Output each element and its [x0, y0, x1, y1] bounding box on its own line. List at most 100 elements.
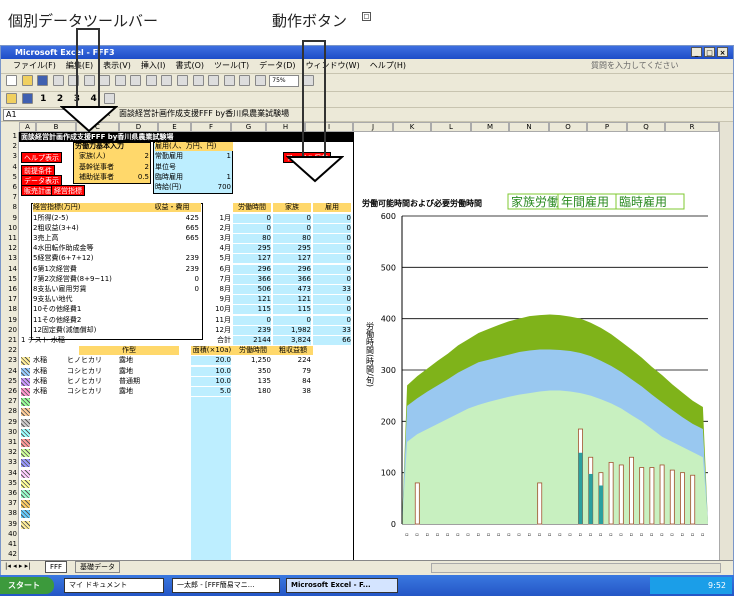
row-number[interactable]: 20 [3, 326, 17, 335]
folder-icon[interactable] [6, 93, 17, 104]
row-number[interactable]: 29 [3, 418, 17, 427]
sheet-button-4[interactable]: 経営指標 [51, 185, 85, 196]
column-header[interactable]: A [19, 122, 36, 132]
hyperlink-icon[interactable] [177, 75, 189, 86]
row-number[interactable]: 33 [3, 458, 17, 467]
drawing-icon[interactable] [254, 75, 266, 86]
column-header[interactable]: R [665, 122, 719, 132]
menu-item-6[interactable]: データ(D) [259, 59, 295, 73]
help-icon[interactable] [302, 75, 314, 86]
row-number[interactable]: 7 [3, 193, 17, 202]
toolbar-button-4[interactable]: 4 [91, 94, 97, 104]
chart-wizard-icon[interactable] [239, 75, 251, 86]
row-number[interactable]: 25 [3, 377, 17, 386]
column-header[interactable]: G [231, 122, 266, 132]
taskbar-excel[interactable]: Microsoft Excel - F... [286, 578, 398, 593]
undo-icon[interactable] [145, 75, 157, 86]
menu-item-8[interactable]: ヘルプ(H) [370, 59, 406, 73]
spell-icon[interactable] [83, 75, 95, 86]
taskbar-ichitaro[interactable]: 一太郎 - [FFF簡易マニ... [172, 578, 280, 593]
row-number[interactable]: 41 [3, 540, 17, 549]
menu-item-0[interactable]: ファイル(F) [13, 59, 56, 73]
close-button[interactable]: × [717, 47, 728, 57]
row-number[interactable]: 35 [3, 479, 17, 488]
row-number[interactable]: 5 [3, 173, 17, 182]
worksheet-area[interactable]: 面談経営計画作成支援FFF by香川県農業試験場 ヘルプ表示 前提条件 データ表示 販売… [19, 132, 353, 561]
row-number[interactable]: 34 [3, 469, 17, 478]
row-number[interactable]: 22 [3, 346, 17, 355]
row-number[interactable]: 4 [3, 163, 17, 172]
print-icon[interactable] [52, 75, 64, 86]
row-number[interactable]: 30 [3, 428, 17, 437]
start-button[interactable]: スタート [0, 577, 54, 594]
column-header[interactable]: O [549, 122, 587, 132]
new-icon[interactable] [6, 75, 17, 86]
row-number[interactable]: 24 [3, 367, 17, 376]
column-header[interactable]: F [191, 122, 231, 132]
open-icon[interactable] [21, 75, 33, 86]
column-header[interactable]: M [471, 122, 509, 132]
row-number[interactable]: 23 [3, 356, 17, 365]
copy-icon[interactable] [114, 75, 126, 86]
column-header[interactable]: J [353, 122, 393, 132]
row-number[interactable]: 36 [3, 489, 17, 498]
menu-item-2[interactable]: 表示(V) [103, 59, 131, 73]
chart-area[interactable]: 労働可能時間および必要労働時間 家族労働 年間雇用 臨時雇用 0 100 200 300 400… [353, 132, 719, 574]
row-number[interactable]: 3 [3, 152, 17, 161]
toolbar-button-2[interactable]: 2 [57, 94, 63, 104]
vertical-scrollbar[interactable] [719, 122, 733, 560]
row-number[interactable]: 28 [3, 407, 17, 416]
row-number[interactable]: 8 [3, 203, 17, 212]
row-number[interactable]: 39 [3, 520, 17, 529]
sort-asc-icon[interactable] [208, 75, 220, 86]
row-number[interactable]: 14 [3, 265, 17, 274]
print-icon-small[interactable] [104, 93, 116, 104]
row-number[interactable]: 37 [3, 499, 17, 508]
column-header[interactable]: D [119, 122, 158, 132]
menu-item-1[interactable]: 編集(E) [66, 59, 93, 73]
row-number[interactable]: 9 [3, 214, 17, 223]
toolbar-button-1[interactable]: 1 [40, 94, 46, 104]
row-number[interactable]: 2 [3, 142, 17, 151]
menu-item-4[interactable]: 書式(O) [175, 59, 204, 73]
help-search-box[interactable]: 質問を入力してください [589, 61, 681, 73]
row-number[interactable]: 6 [3, 183, 17, 192]
horizontal-scrollbar[interactable] [431, 563, 721, 573]
save-icon[interactable] [37, 75, 49, 86]
column-header[interactable]: K [393, 122, 431, 132]
taskbar-my-documents[interactable]: マイ ドキュメント [64, 578, 164, 593]
row-number[interactable]: 31 [3, 438, 17, 447]
menu-item-5[interactable]: ツール(T) [214, 59, 249, 73]
sort-desc-icon[interactable] [223, 75, 235, 86]
row-number[interactable]: 1 [3, 132, 17, 141]
minimize-button[interactable]: _ [691, 47, 702, 57]
floppy-icon[interactable] [21, 93, 33, 104]
column-header[interactable]: N [509, 122, 549, 132]
row-number[interactable]: 42 [3, 550, 17, 559]
row-number[interactable]: 27 [3, 397, 17, 406]
cut-icon[interactable] [99, 75, 111, 86]
zoom-select[interactable]: 75% [269, 74, 300, 87]
row-number[interactable]: 32 [3, 448, 17, 457]
row-number[interactable]: 12 [3, 244, 17, 253]
menu-item-3[interactable]: 挿入(I) [141, 59, 166, 73]
row-number[interactable]: 17 [3, 295, 17, 304]
tab-scroll-icon[interactable]: |◂ ◂ ▸ ▸| [5, 562, 30, 570]
redo-icon[interactable] [161, 75, 173, 86]
row-number[interactable]: 18 [3, 305, 17, 314]
row-number[interactable]: 16 [3, 285, 17, 294]
row-number[interactable]: 13 [3, 254, 17, 263]
column-header[interactable]: Q [627, 122, 665, 132]
formula-input[interactable]: 面談経営計画作成支援FFF by香川県農業試験場 [117, 109, 729, 121]
sheet-button-0[interactable]: ヘルプ表示 [21, 152, 62, 164]
row-number[interactable]: 19 [3, 316, 17, 325]
column-header[interactable]: P [587, 122, 627, 132]
row-number[interactable]: 26 [3, 387, 17, 396]
menu-item-7[interactable]: ウィンドウ(W) [306, 59, 360, 73]
row-number[interactable]: 40 [3, 530, 17, 539]
autosum-icon[interactable] [192, 75, 204, 86]
column-header[interactable]: E [158, 122, 191, 132]
maximize-button[interactable]: □ [704, 47, 715, 57]
column-header[interactable]: H [266, 122, 305, 132]
tab-basic-data[interactable]: 基礎データ [75, 561, 120, 573]
